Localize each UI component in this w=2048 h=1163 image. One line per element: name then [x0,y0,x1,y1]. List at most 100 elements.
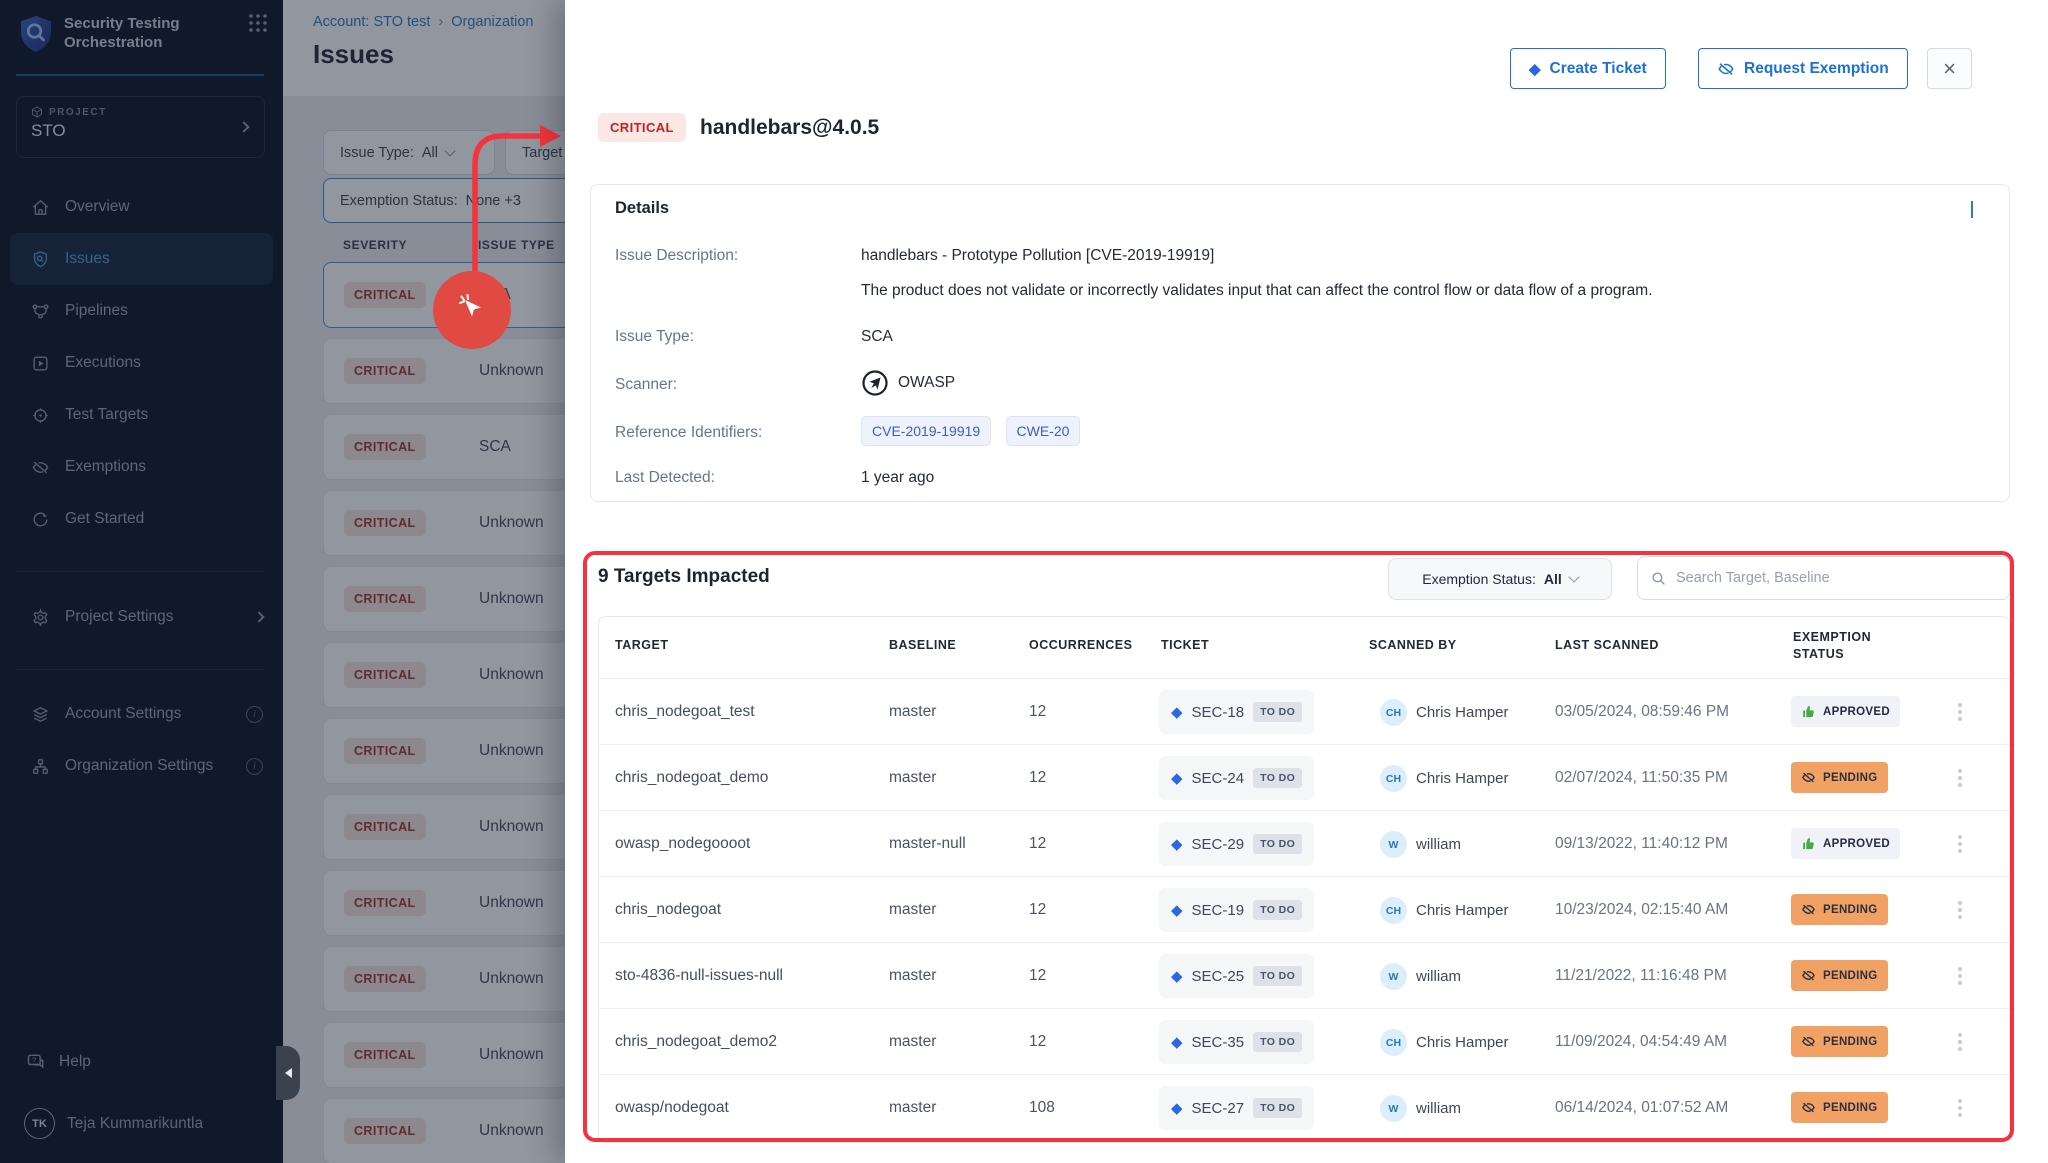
eye-slash-icon [1801,968,1816,983]
cve-chip[interactable]: CVE-2019-19919 [861,416,991,446]
row-menu-button[interactable] [1950,896,1970,924]
exemption-badge: APPROVED [1791,696,1900,727]
row-menu-button[interactable] [1950,830,1970,858]
last-scanned: 09/13/2022, 11:40:12 PM [1555,811,1728,877]
exemption-badge: PENDING [1791,960,1888,991]
jira-diamond-icon: ◆ [1171,901,1183,919]
avatar: W [1380,1095,1407,1122]
ticket-status-badge: TO DO [1253,1032,1302,1052]
avatar: CH [1380,699,1407,726]
owasp-zap-icon [861,369,889,397]
target-name: chris_nodegoat_demo2 [615,1009,880,1075]
ticket-status-badge: TO DO [1253,900,1302,920]
col-exemption-status: EXEMPTION STATUS [1793,629,1903,663]
col-scanned-by: SCANNED BY [1369,638,1457,652]
exemption-status-text: PENDING [1823,904,1878,916]
last-scanned: 06/14/2024, 01:07:52 AM [1555,1075,1728,1141]
scanned-by: Chris Hamper [1416,877,1509,943]
request-exemption-button[interactable]: Request Exemption [1698,48,1908,89]
exemption-badge: PENDING [1791,1092,1888,1123]
row-menu-button[interactable] [1950,1094,1970,1122]
eye-slash-icon [1717,60,1735,78]
col-target: TARGET [615,638,668,652]
occurrences: 12 [1029,745,1046,811]
baseline: master [889,943,936,1009]
last-scanned: 10/23/2024, 02:15:40 AM [1555,877,1728,943]
search-input[interactable] [1676,570,1997,586]
baseline: master [889,877,936,943]
occurrences: 12 [1029,811,1046,877]
row-menu-button[interactable] [1950,698,1970,726]
table-row: chris_nodegoat_demo master 12 ◆ SEC-24 T… [599,745,2009,811]
exemption-status-text: PENDING [1823,1036,1878,1048]
thumbs-up-icon [1801,836,1816,851]
last-scanned: 03/05/2024, 08:59:46 PM [1555,679,1729,745]
baseline: master [889,745,936,811]
exemption-status-text: APPROVED [1823,838,1890,850]
targets-impacted-heading: 9 Targets Impacted [598,566,770,588]
exemption-status-text: APPROVED [1823,706,1890,718]
scanner-value: OWASP [861,369,955,397]
ticket-link[interactable]: ◆ SEC-18 TO DO [1159,690,1314,734]
details-card: Details Issue Description: handlebars - … [590,184,2010,502]
table-row: chris_nodegoat_demo2 master 12 ◆ SEC-35 … [599,1009,2009,1075]
scanned-by: Chris Hamper [1416,679,1509,745]
ticket-link[interactable]: ◆ SEC-24 TO DO [1159,756,1314,800]
col-occurrences: OCCURRENCES [1029,638,1132,652]
reference-identifiers-label: Reference Identifiers: [615,424,762,442]
ticket-link[interactable]: ◆ SEC-29 TO DO [1159,822,1314,866]
row-menu-button[interactable] [1950,764,1970,792]
ticket-key: SEC-24 [1192,770,1245,787]
col-last-scanned: LAST SCANNED [1555,638,1659,652]
exemption-badge: APPROVED [1791,828,1900,859]
targets-table-header: TARGET BASELINE OCCURRENCES TICKET SCANN… [599,617,2009,679]
eye-slash-icon [1801,770,1816,785]
ticket-link[interactable]: ◆ SEC-19 TO DO [1159,888,1314,932]
baseline: master [889,1009,936,1075]
ticket-key: SEC-35 [1192,1034,1245,1051]
ticket-status-badge: TO DO [1253,702,1302,722]
target-name: chris_nodegoat_test [615,679,880,745]
eye-slash-icon [1801,1034,1816,1049]
targets-table-body: chris_nodegoat_test master 12 ◆ SEC-18 T… [599,679,2009,1141]
close-button[interactable]: × [1927,48,1972,89]
exemption-badge: PENDING [1791,1026,1888,1057]
app-window: Security Testing Orchestration PROJECT S… [0,0,2048,1163]
occurrences: 12 [1029,679,1046,745]
ticket-link[interactable]: ◆ SEC-35 TO DO [1159,1020,1314,1064]
chevron-up-icon [1971,201,1973,218]
scanned-by: william [1416,1075,1461,1141]
targets-exemption-filter[interactable]: Exemption Status: All [1388,558,1612,600]
occurrences: 108 [1029,1075,1055,1141]
last-detected-value: 1 year ago [861,469,934,487]
issue-title: handlebars@4.0.5 [700,116,879,140]
collapse-details-button[interactable] [1963,203,1981,217]
targets-search [1637,556,2010,600]
scanned-by: Chris Hamper [1416,1009,1509,1075]
scanned-by: Chris Hamper [1416,745,1509,811]
sidebar-collapse-handle[interactable] [276,1046,300,1100]
issue-type-label: Issue Type: [615,328,694,346]
search-icon [1650,570,1667,587]
eye-slash-icon [1801,902,1816,917]
eye-slash-icon [1801,1100,1816,1115]
create-ticket-button[interactable]: ◆ Create Ticket [1510,48,1666,89]
target-name: owasp/nodegoat [615,1075,880,1141]
issue-description-title: handlebars - Prototype Pollution [CVE-20… [861,247,1214,265]
jira-diamond-icon: ◆ [1171,769,1183,787]
exemption-status-text: PENDING [1823,970,1878,982]
row-menu-button[interactable] [1950,962,1970,990]
scanner-label: Scanner: [615,376,677,394]
issue-type-value: SCA [861,328,893,346]
ticket-diamond-icon: ◆ [1529,60,1541,78]
cwe-chip[interactable]: CWE-20 [1006,416,1081,446]
exemption-status-text: PENDING [1823,1102,1878,1114]
ticket-link[interactable]: ◆ SEC-27 TO DO [1159,1086,1314,1130]
table-row: owasp_nodegoooot master-null 12 ◆ SEC-29… [599,811,2009,877]
jira-diamond-icon: ◆ [1171,835,1183,853]
scanned-by: william [1416,811,1461,877]
row-menu-button[interactable] [1950,1028,1970,1056]
avatar: CH [1380,765,1407,792]
ticket-link[interactable]: ◆ SEC-25 TO DO [1159,954,1314,998]
issue-description-body: The product does not validate or incorre… [861,282,1721,300]
